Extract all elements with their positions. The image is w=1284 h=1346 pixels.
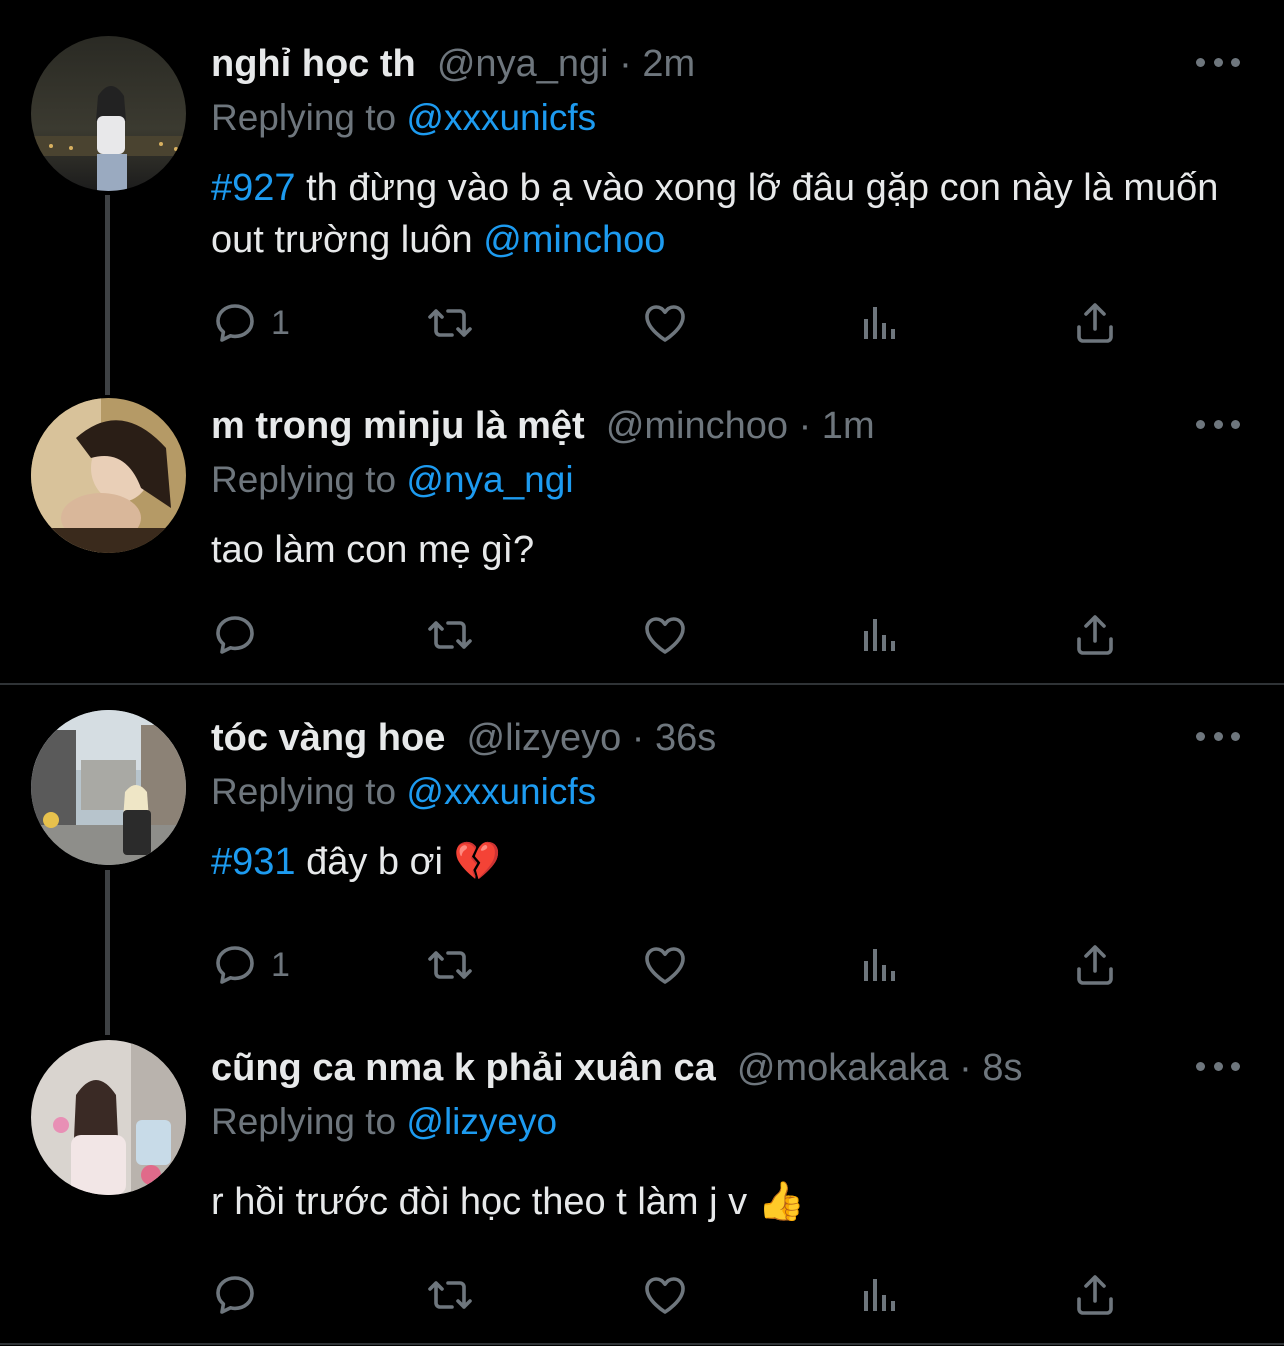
replying-to: Replying to @xxxunicfs bbox=[211, 766, 1224, 818]
thread-line bbox=[105, 870, 110, 1035]
retweet-button[interactable] bbox=[426, 1270, 474, 1320]
more-icon[interactable] bbox=[1196, 716, 1240, 756]
analytics-button[interactable] bbox=[856, 610, 904, 660]
like-button[interactable] bbox=[641, 298, 689, 348]
replying-to: Replying to @nya_ngi bbox=[211, 454, 1224, 506]
avatar[interactable] bbox=[31, 710, 186, 865]
handle-time[interactable]: @mokakaka · 8s bbox=[737, 1047, 1023, 1089]
retweet-icon bbox=[428, 951, 472, 979]
retweet-icon bbox=[428, 1281, 472, 1309]
tweet-text: r hồi trước đòi học theo t làm j v 👍 bbox=[211, 1176, 1224, 1228]
handle-time[interactable]: @lizyeyo · 36s bbox=[467, 717, 717, 759]
avatar[interactable] bbox=[31, 36, 186, 191]
retweet-button[interactable] bbox=[426, 298, 474, 348]
reply-icon bbox=[216, 616, 254, 654]
tweet-header: m trong minju là mệt @minchoo · 1m bbox=[211, 398, 1224, 454]
more-icon[interactable] bbox=[1196, 42, 1240, 82]
replying-to-handle[interactable]: @xxxunicfs bbox=[406, 97, 596, 138]
tweet-text: tao làm con mẹ gì? bbox=[211, 524, 1224, 576]
share-icon bbox=[1077, 1275, 1113, 1315]
reply-button[interactable] bbox=[211, 1270, 271, 1320]
retweet-button[interactable] bbox=[426, 610, 474, 660]
retweet-button[interactable] bbox=[426, 940, 474, 990]
replying-to-label: Replying to bbox=[211, 1101, 397, 1142]
replying-to-handle[interactable]: @xxxunicfs bbox=[406, 771, 596, 812]
reply-button[interactable] bbox=[211, 610, 271, 660]
like-icon bbox=[645, 947, 685, 984]
avatar[interactable] bbox=[31, 398, 186, 553]
tweet-text-content: th đừng vào b ạ vào xong lỡ đâu gặp con … bbox=[211, 167, 1219, 261]
share-icon bbox=[1077, 615, 1113, 655]
hashtag-link[interactable]: #927 bbox=[211, 167, 296, 209]
tweet-text: #927 th đừng vào b ạ vào xong lỡ đâu gặp… bbox=[211, 162, 1224, 266]
like-button[interactable] bbox=[641, 1270, 689, 1320]
reply-icon bbox=[216, 946, 254, 984]
analytics-icon bbox=[864, 1279, 895, 1311]
analytics-button[interactable] bbox=[856, 1270, 904, 1320]
retweet-icon bbox=[428, 309, 472, 337]
display-name[interactable]: cũng ca nma k phải xuân ca bbox=[211, 1047, 716, 1089]
replying-to: Replying to @lizyeyo bbox=[211, 1096, 1224, 1148]
like-icon bbox=[645, 305, 685, 342]
share-button[interactable] bbox=[1071, 940, 1119, 990]
tweet-header: cũng ca nma k phải xuân ca @mokakaka · 8… bbox=[211, 1040, 1224, 1096]
like-icon bbox=[645, 1277, 685, 1314]
avatar[interactable] bbox=[31, 1040, 186, 1195]
like-button[interactable] bbox=[641, 940, 689, 990]
tweet-text-content: tao làm con mẹ gì? bbox=[211, 529, 535, 571]
analytics-icon bbox=[864, 307, 895, 339]
replying-to-label: Replying to bbox=[211, 459, 397, 500]
share-button[interactable] bbox=[1071, 1270, 1119, 1320]
reply-icon bbox=[216, 304, 254, 342]
tweet-header: nghỉ học th @nya_ngi · 2m bbox=[211, 36, 1224, 92]
thread-line bbox=[105, 195, 110, 395]
share-icon bbox=[1077, 945, 1113, 985]
reply-count: 1 bbox=[271, 945, 290, 984]
display-name[interactable]: nghỉ học th bbox=[211, 43, 416, 85]
reply-icon bbox=[216, 1276, 254, 1314]
more-icon[interactable] bbox=[1196, 1046, 1240, 1086]
retweet-icon bbox=[428, 621, 472, 649]
analytics-icon bbox=[864, 949, 895, 981]
share-icon bbox=[1077, 303, 1113, 343]
tweet-header: tóc vàng hoe @lizyeyo · 36s bbox=[211, 710, 1224, 766]
reply-button[interactable]: 1 bbox=[211, 298, 290, 348]
like-button[interactable] bbox=[641, 610, 689, 660]
share-button[interactable] bbox=[1071, 610, 1119, 660]
replying-to-label: Replying to bbox=[211, 97, 397, 138]
more-icon[interactable] bbox=[1196, 404, 1240, 444]
tweet-text-content: đây b ơi 💔 bbox=[295, 841, 501, 883]
share-button[interactable] bbox=[1071, 298, 1119, 348]
replying-to-handle[interactable]: @lizyeyo bbox=[406, 1101, 557, 1142]
replying-to-handle[interactable]: @nya_ngi bbox=[406, 459, 573, 500]
reply-button[interactable]: 1 bbox=[211, 940, 290, 990]
analytics-icon bbox=[864, 619, 895, 651]
display-name[interactable]: tóc vàng hoe bbox=[211, 717, 445, 759]
reply-count: 1 bbox=[271, 303, 290, 342]
analytics-button[interactable] bbox=[856, 298, 904, 348]
analytics-button[interactable] bbox=[856, 940, 904, 990]
handle-time[interactable]: @nya_ngi · 2m bbox=[437, 43, 695, 85]
handle-time[interactable]: @minchoo · 1m bbox=[606, 405, 875, 447]
display-name[interactable]: m trong minju là mệt bbox=[211, 405, 585, 447]
replying-to: Replying to @xxxunicfs bbox=[211, 92, 1224, 144]
like-icon bbox=[645, 617, 685, 654]
hashtag-link[interactable]: #931 bbox=[211, 841, 296, 883]
tweet-text-content: r hồi trước đòi học theo t làm j v 👍 bbox=[211, 1181, 805, 1223]
bottom-divider bbox=[0, 1343, 1284, 1345]
replying-to-label: Replying to bbox=[211, 771, 397, 812]
mention-link[interactable]: @minchoo bbox=[483, 219, 665, 261]
thread-divider bbox=[0, 683, 1284, 685]
tweet-text: #931 đây b ơi 💔 bbox=[211, 836, 1224, 888]
